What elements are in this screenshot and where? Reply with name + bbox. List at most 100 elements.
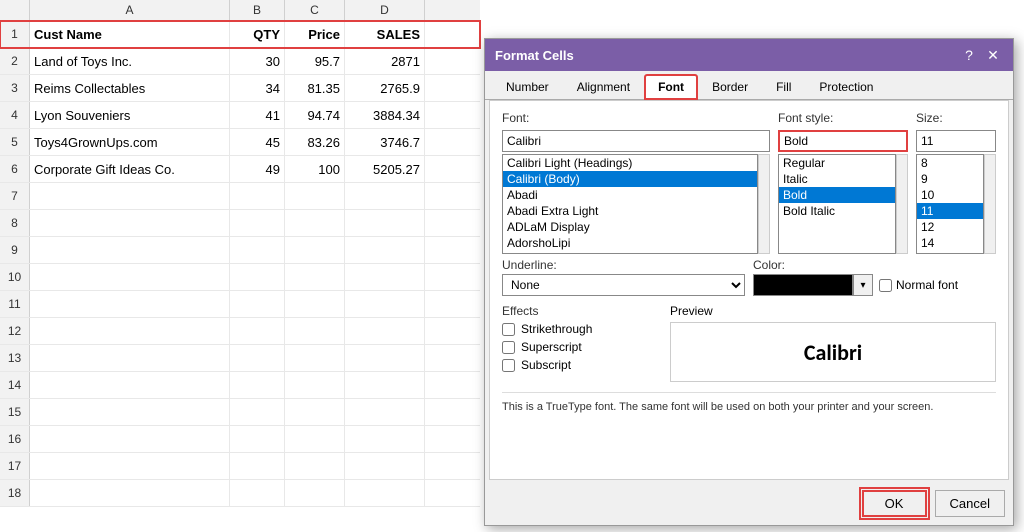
col-header-a: A [30, 0, 230, 20]
table-row: 12 [0, 318, 480, 345]
table-row: 17 [0, 453, 480, 480]
dialog-footer: OK Cancel [485, 484, 1013, 525]
cell-d5[interactable]: 3746.7 [345, 129, 425, 155]
table-row: 18 [0, 480, 480, 507]
tab-alignment[interactable]: Alignment [564, 75, 643, 99]
style-list[interactable]: Regular Italic Bold Bold Italic [778, 154, 896, 254]
table-row: 9 [0, 237, 480, 264]
superscript-checkbox[interactable] [502, 341, 515, 354]
font-list-item[interactable]: Abadi [503, 187, 757, 203]
close-button[interactable]: ✕ [983, 45, 1003, 65]
cell-a2[interactable]: Land of Toys Inc. [30, 48, 230, 74]
size-list-item[interactable]: 12 [917, 219, 983, 235]
cell-d4[interactable]: 3884.34 [345, 102, 425, 128]
tab-font[interactable]: Font [645, 75, 697, 99]
row-number: 3 [0, 75, 30, 101]
size-list[interactable]: 8 9 10 11 12 14 [916, 154, 984, 254]
style-list-item[interactable]: Bold Italic [779, 203, 895, 219]
row-number: 5 [0, 129, 30, 155]
cell-b3[interactable]: 34 [230, 75, 285, 101]
table-row: 13 [0, 345, 480, 372]
strikethrough-checkbox[interactable] [502, 323, 515, 336]
cancel-button[interactable]: Cancel [935, 490, 1005, 517]
normal-font-label: Normal font [896, 278, 958, 292]
row-number: 2 [0, 48, 30, 74]
font-list-item[interactable]: ADLaM Display [503, 219, 757, 235]
cell-a1[interactable]: Cust Name [30, 21, 230, 47]
cell-d6[interactable]: 5205.27 [345, 156, 425, 182]
size-list-item-selected[interactable]: 11 [917, 203, 983, 219]
help-button[interactable]: ? [959, 45, 979, 65]
preview-box: Calibri [670, 322, 996, 382]
font-list-item[interactable]: Abadi Extra Light [503, 203, 757, 219]
style-list-item[interactable]: Regular [779, 155, 895, 171]
underline-label: Underline: [502, 258, 745, 272]
tab-number[interactable]: Number [493, 75, 562, 99]
cell-c6[interactable]: 100 [285, 156, 345, 182]
preview-title: Preview [670, 304, 996, 318]
cell-c2[interactable]: 95.7 [285, 48, 345, 74]
size-list-item[interactable]: 14 [917, 235, 983, 251]
cell-d3[interactable]: 2765.9 [345, 75, 425, 101]
col-header-d: D [345, 0, 425, 20]
strikethrough-item: Strikethrough [502, 322, 662, 336]
cell-c1[interactable]: Price [285, 21, 345, 47]
cell-a6[interactable]: Corporate Gift Ideas Co. [30, 156, 230, 182]
font-style-label: Font style: [778, 111, 908, 125]
table-row[interactable]: 5 Toys4GrownUps.com 45 83.26 3746.7 [0, 129, 480, 156]
tab-border[interactable]: Border [699, 75, 761, 99]
tab-fill[interactable]: Fill [763, 75, 804, 99]
color-swatch[interactable] [753, 274, 853, 296]
cell-b4[interactable]: 41 [230, 102, 285, 128]
subscript-checkbox[interactable] [502, 359, 515, 372]
cell-a3[interactable]: Reims Collectables [30, 75, 230, 101]
cell-b1[interactable]: QTY [230, 21, 285, 47]
font-list-scrollbar[interactable] [758, 154, 770, 254]
font-style-input[interactable] [778, 130, 908, 152]
cell-b2[interactable]: 30 [230, 48, 285, 74]
table-row[interactable]: 2 Land of Toys Inc. 30 95.7 2871 [0, 48, 480, 75]
strikethrough-label: Strikethrough [521, 322, 592, 336]
format-cells-dialog: Format Cells ? ✕ Number Alignment Font B… [484, 38, 1014, 526]
cell-a4[interactable]: Lyon Souveniers [30, 102, 230, 128]
preview-text: Calibri [804, 339, 862, 366]
normal-font-checkbox[interactable] [879, 279, 892, 292]
cell-a5[interactable]: Toys4GrownUps.com [30, 129, 230, 155]
subscript-label: Subscript [521, 358, 571, 372]
dialog-title-controls: ? ✕ [959, 45, 1003, 65]
table-row[interactable]: 4 Lyon Souveniers 41 94.74 3884.34 [0, 102, 480, 129]
col-header-c: C [285, 0, 345, 20]
color-dropdown-button[interactable]: ▾ [853, 274, 873, 296]
size-list-item[interactable]: 8 [917, 155, 983, 171]
effects-preview-row: Effects Strikethrough Superscript Subscr… [502, 304, 996, 382]
style-list-scrollbar[interactable] [896, 154, 908, 254]
underline-select[interactable]: None Single Double [502, 274, 745, 296]
row-number: 1 [0, 21, 30, 47]
font-list-item[interactable]: Calibri Light (Headings) [503, 155, 757, 171]
cell-c3[interactable]: 81.35 [285, 75, 345, 101]
font-list-item[interactable]: AdorshoLipi [503, 235, 757, 251]
tab-protection[interactable]: Protection [806, 75, 886, 99]
table-row[interactable]: 1 Cust Name QTY Price SALES [0, 21, 480, 48]
font-list[interactable]: Calibri Light (Headings) Calibri (Body) … [502, 154, 758, 254]
font-input[interactable] [502, 130, 770, 152]
style-list-item[interactable]: Italic [779, 171, 895, 187]
cell-b6[interactable]: 49 [230, 156, 285, 182]
dialog-title: Format Cells [495, 48, 574, 63]
subscript-item: Subscript [502, 358, 662, 372]
size-list-item[interactable]: 10 [917, 187, 983, 203]
table-row[interactable]: 3 Reims Collectables 34 81.35 2765.9 [0, 75, 480, 102]
table-row[interactable]: 6 Corporate Gift Ideas Co. 49 100 5205.2… [0, 156, 480, 183]
cell-c5[interactable]: 83.26 [285, 129, 345, 155]
font-size-input[interactable] [916, 130, 996, 152]
size-list-scrollbar[interactable] [984, 154, 996, 254]
cell-c4[interactable]: 94.74 [285, 102, 345, 128]
cell-d1[interactable]: SALES [345, 21, 425, 47]
size-list-item[interactable]: 9 [917, 171, 983, 187]
ok-button[interactable]: OK [862, 490, 927, 517]
column-headers: A B C D [0, 0, 480, 21]
cell-d2[interactable]: 2871 [345, 48, 425, 74]
font-list-item-selected[interactable]: Calibri (Body) [503, 171, 757, 187]
cell-b5[interactable]: 45 [230, 129, 285, 155]
style-list-item-selected[interactable]: Bold [779, 187, 895, 203]
